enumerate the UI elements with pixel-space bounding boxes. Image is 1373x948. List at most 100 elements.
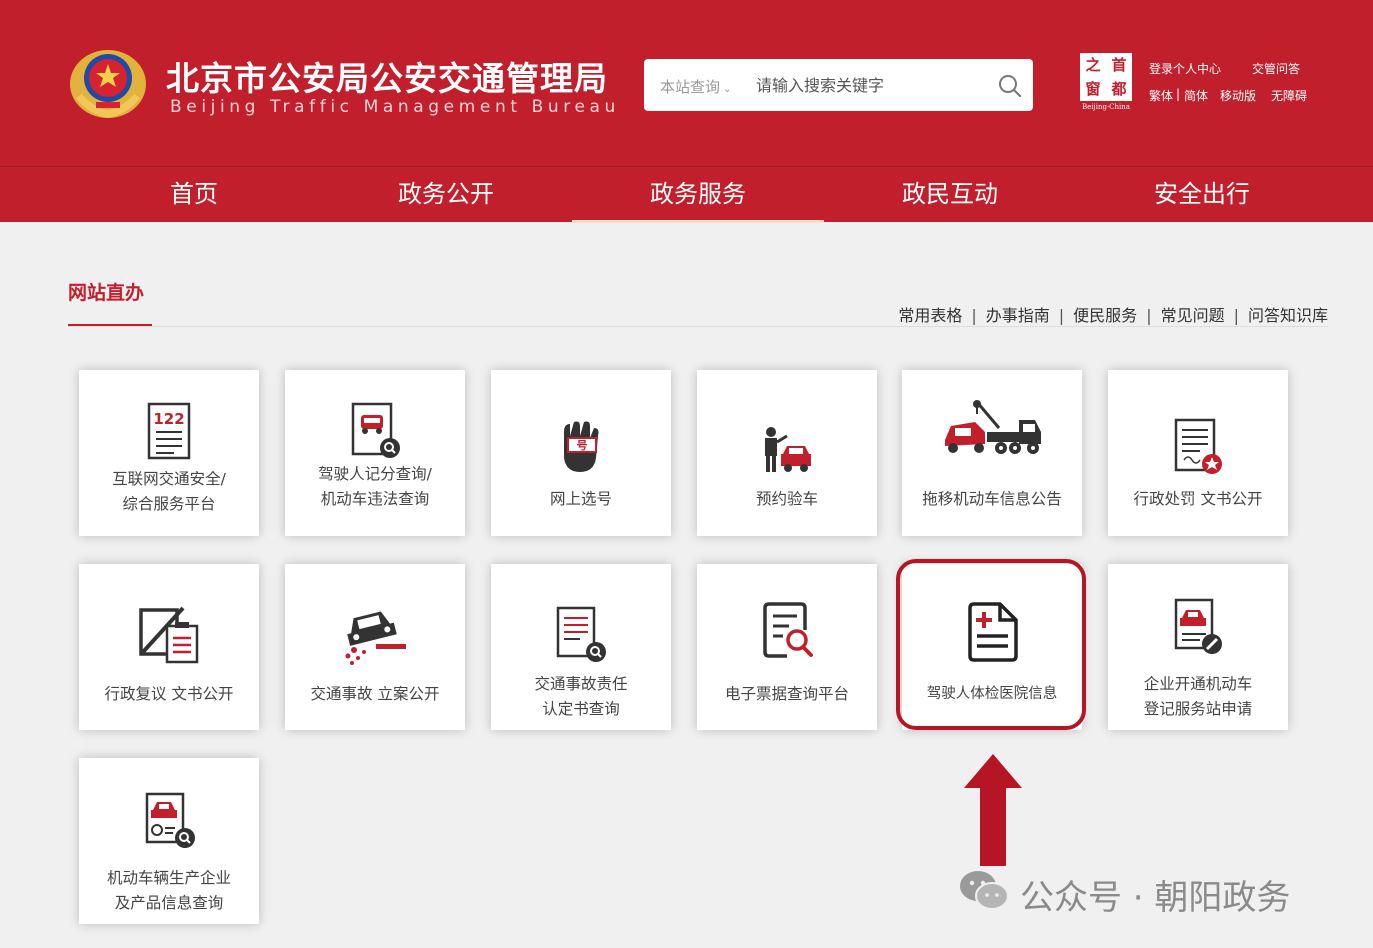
tile-label-line: 网上选号 [549,490,612,508]
receipt-search-icon [763,602,813,658]
link-separator: | [1233,306,1239,325]
quick-links: 常用表格 | 办事指南 | 便民服务 | 常见问题 | 问答知识库 [898,302,1328,326]
traditional-chinese-link[interactable]: 繁体 [1149,87,1173,104]
search-icon[interactable] [997,73,1023,99]
tile-label: 行政复议 文书公开 [83,682,255,707]
tile-label-line: 行政复议 文书公开 [104,685,234,703]
tile-label-line: 企业开通机动车 [1143,675,1253,693]
tile-vehicle-inspection-booking[interactable]: 预约验车 [697,370,877,536]
nav-item-public-interaction[interactable]: 政民互动 [824,167,1076,223]
capital-window-logo: 之 首 窗 都 Beijing·China [1076,53,1136,115]
main-nav: 首页 政务公开 政务服务 政民互动 安全出行 [0,166,1373,223]
tile-label: 网上选号 [495,487,667,512]
tile-label: 驾驶人体检医院信息 [906,682,1078,707]
tile-accident-filing-disclosure[interactable]: 交通事故 立案公开 [285,564,465,730]
tile-label: 互联网交通安全/ 综合服务平台 [83,467,255,517]
tile-label: 企业开通机动车 登记服务站申请 [1112,672,1284,722]
nav-item-safe-travel[interactable]: 安全出行 [1076,167,1328,223]
traffic-qa-link[interactable]: 交管问答 [1252,60,1300,77]
tile-label-line: 电子票据查询平台 [724,685,849,703]
logo-caption: Beijing·China [1082,103,1130,111]
logo-char: 窗 [1085,80,1101,98]
tile-label-line: 驾驶人记分查询/ [318,465,432,483]
hand-number-icon: 号 [564,421,599,472]
tile-label-line: 综合服务平台 [122,495,216,513]
link-separator: | [1058,306,1065,325]
simplified-chinese-link[interactable]: 简体 [1184,87,1208,104]
wechat-icon [960,871,1009,910]
link-separator: | [1146,306,1152,325]
report-search-icon [556,606,606,662]
car-register-icon [1174,598,1222,654]
tile-label-line: 机动车辆生产企业 [106,869,231,887]
quick-link-service-guide[interactable]: 办事指南 [986,306,1050,325]
accessibility-link[interactable]: 无障碍 [1271,87,1307,104]
watermark-text: 公众号 · 朝阳政务 [1020,878,1291,918]
logo-char: 之 [1085,56,1101,74]
tile-label-line: 认定书查询 [542,700,620,718]
tile-label-line: 行政处罚 文书公开 [1133,490,1263,508]
tile-towed-vehicle-notice[interactable]: 拖移机动车信息公告 [902,370,1082,536]
nav-item-government-services[interactable]: 政务服务 [572,167,824,223]
tile-driver-points-query[interactable]: 驾驶人记分查询/ 机动车违法查询 [285,370,465,536]
tile-label: 驾驶人记分查询/ 机动车违法查询 [289,462,461,512]
link-divider: | [1176,87,1181,101]
search-box: 本站查询 ⌄ [644,59,1033,111]
car-product-search-icon [145,792,195,848]
svg-text:122: 122 [153,410,184,428]
section-title: 网站直办 [68,282,145,304]
site-header: 北京市公安局公安交通管理局 Beijing Traffic Management… [0,0,1373,223]
tile-administrative-review-docs[interactable]: 行政复议 文书公开 [79,564,259,730]
site-title: 北京市公安局公安交通管理局 [166,59,608,98]
tile-accident-responsibility-query[interactable]: 交通事故责任 认定书查询 [491,564,671,730]
inspector-car-icon [765,427,811,472]
logo-char: 都 [1111,80,1127,98]
medical-document-icon [968,602,1018,662]
login-personal-center-link[interactable]: 登录个人中心 [1149,60,1221,77]
accident-car-icon [345,611,406,665]
search-scope-dropdown[interactable]: 本站查询 ⌄ [660,76,731,97]
tile-label: 行政处罚 文书公开 [1112,487,1284,512]
tile-label: 拖移机动车信息公告 [906,487,1078,512]
arrow-up-icon [964,754,1022,866]
chevron-down-icon: ⌄ [723,84,732,95]
logo-char: 首 [1111,56,1127,74]
nav-item-government-affairs[interactable]: 政务公开 [320,167,572,223]
quick-link-common-forms[interactable]: 常用表格 [898,306,962,325]
tile-label-line: 登记服务站申请 [1143,700,1253,718]
review-document-icon [139,606,199,664]
tile-label-line: 拖移机动车信息公告 [922,490,1062,508]
svg-text:号: 号 [577,439,588,452]
tile-label-line: 及产品信息查询 [114,894,224,912]
quick-link-convenience-services[interactable]: 便民服务 [1073,306,1137,325]
tile-internet-traffic-platform[interactable]: 122 互联网交通安全/ 综合服务平台 [79,370,259,536]
tile-label-line: 互联网交通安全/ [112,470,226,488]
tow-truck-icon [945,400,1041,454]
search-scope-label: 本站查询 [660,78,721,96]
section-divider [68,326,1328,327]
quick-link-knowledge-base[interactable]: 问答知识库 [1248,306,1328,325]
link-separator: | [971,306,977,325]
tile-label: 交通事故 立案公开 [289,682,461,707]
tile-label: 预约验车 [701,487,873,512]
122-document-icon: 122 [147,402,191,460]
tile-e-receipt-query-platform[interactable]: 电子票据查询平台 [697,564,877,730]
mobile-version-link[interactable]: 移动版 [1220,87,1256,104]
tile-enterprise-registration-station[interactable]: 企业开通机动车 登记服务站申请 [1108,564,1288,730]
tile-label-line: 机动车违法查询 [320,490,430,508]
site-subtitle: Beijing Traffic Management Bureau [170,97,620,117]
tile-driver-medical-hospital-info[interactable]: 驾驶人体检医院信息 [902,564,1082,730]
tile-label: 电子票据查询平台 [701,682,873,707]
car-search-icon [351,402,400,458]
tile-label-line: 交通事故 立案公开 [310,685,440,703]
tile-label-line: 预约验车 [755,490,818,508]
tile-label-line: 交通事故责任 [534,675,628,693]
tile-online-plate-selection[interactable]: 号 网上选号 [491,370,671,536]
police-emblem-icon [70,50,146,118]
quick-link-faq[interactable]: 常见问题 [1161,306,1225,325]
search-input[interactable] [756,69,976,101]
tile-vehicle-manufacturer-query[interactable]: 机动车辆生产企业 及产品信息查询 [79,758,259,924]
tile-administrative-penalty-docs[interactable]: 行政处罚 文书公开 [1108,370,1288,536]
nav-item-home[interactable]: 首页 [68,167,320,223]
tile-label: 交通事故责任 认定书查询 [495,672,667,722]
